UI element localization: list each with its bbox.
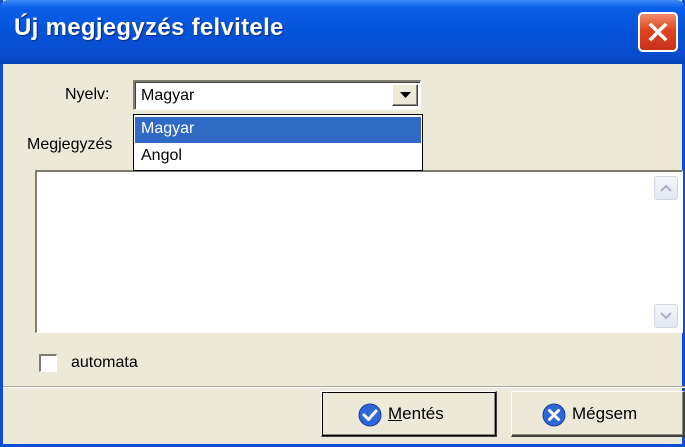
window-title: Új megjegyzés felvitele — [14, 14, 284, 41]
automata-label: automata — [71, 354, 138, 371]
dropdown-option-angol[interactable]: Angol — [135, 144, 421, 170]
title-bar[interactable]: Új megjegyzés felvitele — [0, 0, 685, 64]
checkmark-icon — [358, 403, 382, 427]
chevron-up-icon — [660, 184, 672, 192]
close-button[interactable] — [638, 12, 678, 52]
language-selected-value: Magyar — [141, 87, 195, 104]
save-button-label: Mentés — [388, 404, 444, 423]
close-icon — [648, 22, 668, 42]
scroll-down-button[interactable] — [654, 304, 678, 328]
note-label: Megjegyzés — [27, 136, 113, 153]
language-dropdown-button[interactable] — [392, 84, 418, 106]
divider-highlight — [3, 387, 685, 388]
language-dropdown-list: Magyar Angol — [133, 114, 423, 171]
chevron-down-icon — [400, 92, 411, 98]
cancel-button[interactable]: Mégsem — [511, 391, 685, 437]
cancel-button-label: Mégsem — [572, 404, 638, 423]
save-button[interactable]: Mentés — [321, 391, 497, 437]
dialog-window: Új megjegyzés felvitele Nyelv: Magyar Me… — [0, 0, 685, 447]
dropdown-option-magyar[interactable]: Magyar — [135, 117, 421, 143]
language-label: Nyelv: — [65, 86, 110, 103]
note-textarea[interactable] — [35, 170, 683, 333]
x-circle-icon — [542, 403, 566, 427]
automata-checkbox[interactable] — [39, 354, 57, 372]
chevron-down-icon — [660, 312, 672, 320]
language-select[interactable]: Magyar — [133, 80, 421, 110]
scroll-up-button[interactable] — [654, 176, 678, 200]
